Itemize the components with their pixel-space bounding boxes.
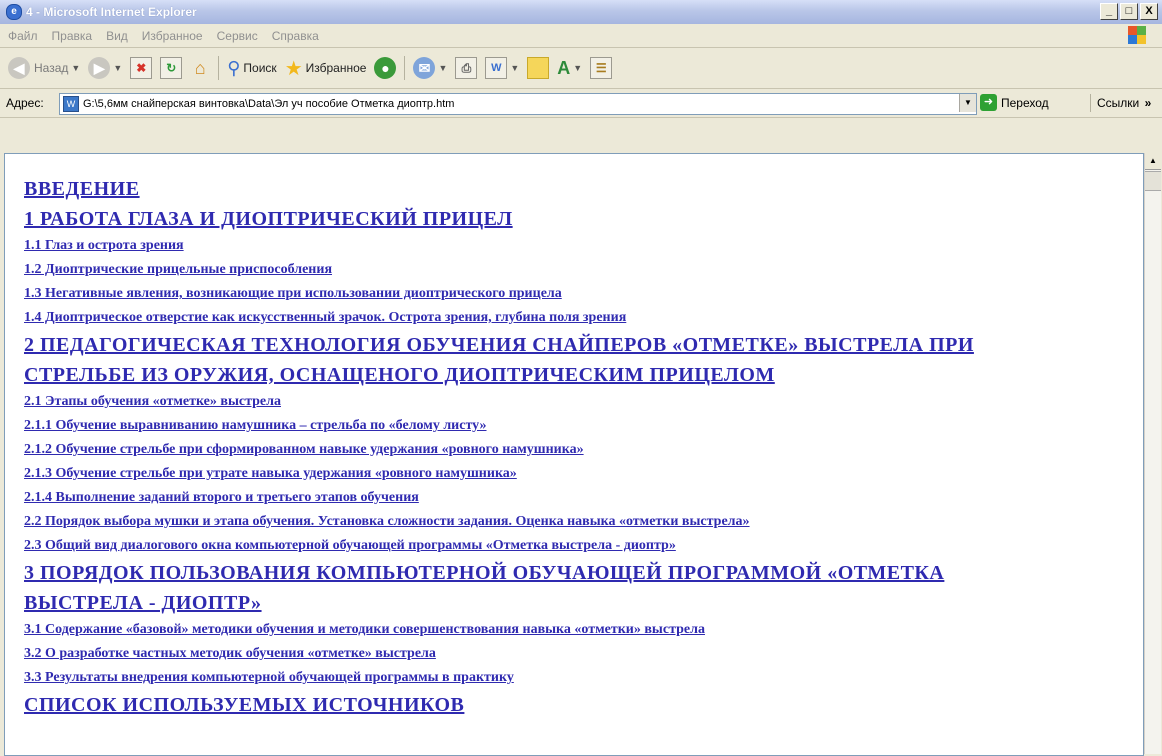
mail-button[interactable]: ✉ ▼ [413,57,447,79]
title-bar: e 4 - Microsoft Internet Explorer _ □ X [0,0,1162,24]
mail-icon: ✉ [413,57,436,79]
back-label: Назад [34,61,69,75]
toc-link[interactable]: 2.1.3 Обучение стрельбе при утрате навык… [24,462,1124,486]
forward-arrow-icon: ▶ [88,57,111,79]
toc-link[interactable]: СПИСОК ИСПОЛЬЗУЕМЫХ ИСТОЧНИКОВ [24,690,1124,720]
links-label: Ссылки [1097,96,1140,110]
go-arrow-icon: ➜ [980,94,997,111]
refresh-button[interactable]: ↻ [160,57,183,79]
toc-link[interactable]: 1.3 Негативные явления, возникающие при … [24,282,1124,306]
research-icon: ☰ [590,57,613,79]
menu-help[interactable]: Справка [272,29,319,43]
toc-link[interactable]: 3.2 О разработке частных методик обучени… [24,642,1124,666]
font-icon: A [557,57,571,78]
home-button[interactable]: ⌂ [190,58,210,78]
scroll-up-icon[interactable]: ▲ [1145,153,1161,170]
search-button[interactable]: ⚲ Поиск [227,58,276,79]
toolbar: ◀ Назад ▼ ▶ ▼ ✖ ↻ ⌂ ⚲ Поиск ★ Избранное … [0,48,1162,89]
vertical-scrollbar[interactable]: ▲ [1144,153,1161,754]
table-of-contents: ВВЕДЕНИЕ 1 РАБОТА ГЛАЗА И ДИОПТРИЧЕСКИЙ П… [24,174,1124,720]
printer-icon: ⎙ [455,57,478,79]
toc-link[interactable]: 1.2 Диоптрические прицельные приспособле… [24,258,1124,282]
toolbar-separator [404,56,406,80]
toc-link[interactable]: ВВЕДЕНИЕ [24,174,1124,204]
toc-link[interactable]: 2.1 Этапы обучения «отметке» выстрела [24,390,1124,414]
note-icon [527,57,550,79]
close-button[interactable]: X [1140,3,1158,20]
menu-tools[interactable]: Сервис [217,29,258,43]
search-icon: ⚲ [227,57,241,78]
chevron-down-icon[interactable]: ▼ [438,63,447,73]
address-value: G:\5,6мм снайперская винтовка\Data\Эл уч… [83,98,455,110]
menu-favorites[interactable]: Избранное [142,29,203,43]
media-button[interactable]: ● [374,57,397,79]
toc-link[interactable]: 2.1.1 Обучение выравниванию намушника – … [24,414,1124,438]
toc-link[interactable]: ВЫСТРЕЛА - ДИОПТР» [24,588,1124,618]
address-input[interactable]: W G:\5,6мм снайперская винтовка\Data\Эл … [59,93,977,115]
back-arrow-icon: ◀ [8,57,30,79]
toc-link[interactable]: 2.2 Порядок выбора мушки и этапа обучени… [24,510,1124,534]
print-button[interactable]: ⎙ [455,57,478,79]
favorites-label: Избранное [305,61,367,75]
favorites-button[interactable]: ★ Избранное [285,56,367,81]
toc-link[interactable]: 2 ПЕДАГОГИЧЕСКАЯ ТЕХНОЛОГИЯ ОБУЧЕНИЯ СНА… [24,330,1124,360]
chevron-down-icon[interactable]: ▼ [71,63,80,73]
menu-bar: Файл Правка Вид Избранное Сервис Справка [0,24,1162,48]
chevron-down-icon[interactable]: ▼ [959,94,976,112]
maximize-button[interactable]: □ [1120,3,1138,20]
encoding-button[interactable]: A ▼ [557,58,582,79]
minimize-button[interactable]: _ [1100,3,1118,20]
forward-button[interactable]: ▶ ▼ [88,57,122,79]
discuss-button[interactable] [527,57,550,79]
links-button[interactable]: Ссылки » [1090,94,1151,112]
toc-link[interactable]: 3.1 Содержание «базовой» методики обучен… [24,618,1124,642]
toc-link[interactable]: 3.3 Результаты внедрения компьютерной об… [24,666,1124,690]
ie-icon: e [6,4,22,20]
toolbar-separator [218,56,220,80]
stop-icon: ✖ [130,57,153,79]
menu-view[interactable]: Вид [106,29,128,43]
edit-button[interactable]: W ▼ [485,57,519,79]
home-icon: ⌂ [194,57,206,78]
address-label: Адрес: [6,96,44,110]
chevron-right-icon: » [1144,96,1152,110]
chevron-down-icon[interactable]: ▼ [113,63,122,73]
toc-link[interactable]: 2.1.4 Выполнение заданий второго и треть… [24,486,1124,510]
chevron-down-icon[interactable]: ▼ [573,63,582,73]
word-icon: W [485,57,508,79]
address-bar: Адрес: W G:\5,6мм снайперская винтовка\D… [0,89,1162,118]
menu-edit[interactable]: Правка [52,29,93,43]
toc-link[interactable]: 1.4 Диоптрическое отверстие как искусств… [24,306,1124,330]
toc-link[interactable]: 2.1.2 Обучение стрельбе при сформированн… [24,438,1124,462]
refresh-icon: ↻ [160,57,183,79]
back-button[interactable]: ◀ Назад ▼ [8,57,80,79]
stop-button[interactable]: ✖ [130,57,153,79]
toc-link[interactable]: 1 РАБОТА ГЛАЗА И ДИОПТРИЧЕСКИЙ ПРИЦЕЛ [24,204,1124,234]
toc-link[interactable]: 3 ПОРЯДОК ПОЛЬЗОВАНИЯ КОМПЬЮТЕРНОЙ ОБУЧА… [24,558,1124,588]
toc-link[interactable]: СТРЕЛЬБЕ ИЗ ОРУЖИЯ, ОСНАЩЕНОГО ДИОПТРИЧЕ… [24,360,1124,390]
windows-flag-icon [1128,26,1146,44]
page-content: ВВЕДЕНИЕ 1 РАБОТА ГЛАЗА И ДИОПТРИЧЕСКИЙ П… [4,153,1144,756]
toc-link[interactable]: 2.3 Общий вид диалогового окна компьютер… [24,534,1124,558]
menu-file[interactable]: Файл [8,29,38,43]
chevron-down-icon[interactable]: ▼ [510,63,519,73]
go-label: Переход [1001,95,1049,110]
scroll-thumb[interactable] [1145,171,1161,191]
toc-link[interactable]: 1.1 Глаз и острота зрения [24,234,1124,258]
window-controls: _ □ X [1100,3,1158,20]
star-icon: ★ [284,57,303,80]
page-icon: W [63,96,79,112]
window-title: 4 - Microsoft Internet Explorer [26,5,197,19]
go-button[interactable]: ➜ Переход [980,94,1049,111]
research-button[interactable]: ☰ [590,57,613,79]
media-icon: ● [374,57,397,79]
search-label: Поиск [243,61,277,75]
